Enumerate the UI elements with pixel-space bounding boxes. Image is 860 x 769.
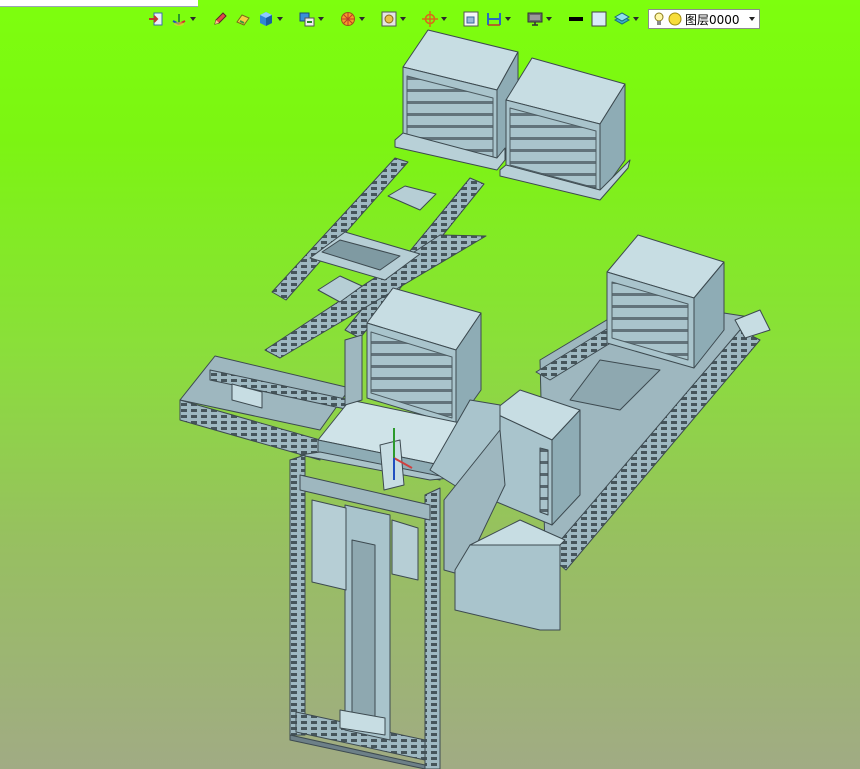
center-upright[interactable] [344, 334, 363, 406]
magazine-box-top-right[interactable] [499, 57, 631, 201]
magazine-box-right[interactable] [606, 234, 725, 369]
vertical-lift-frame[interactable] [289, 454, 441, 769]
magazine-box-center[interactable] [366, 287, 482, 426]
magazine-box-top-left[interactable] [394, 29, 519, 171]
magazine-box-lower[interactable] [491, 389, 581, 526]
model-viewport[interactable] [0, 0, 860, 769]
